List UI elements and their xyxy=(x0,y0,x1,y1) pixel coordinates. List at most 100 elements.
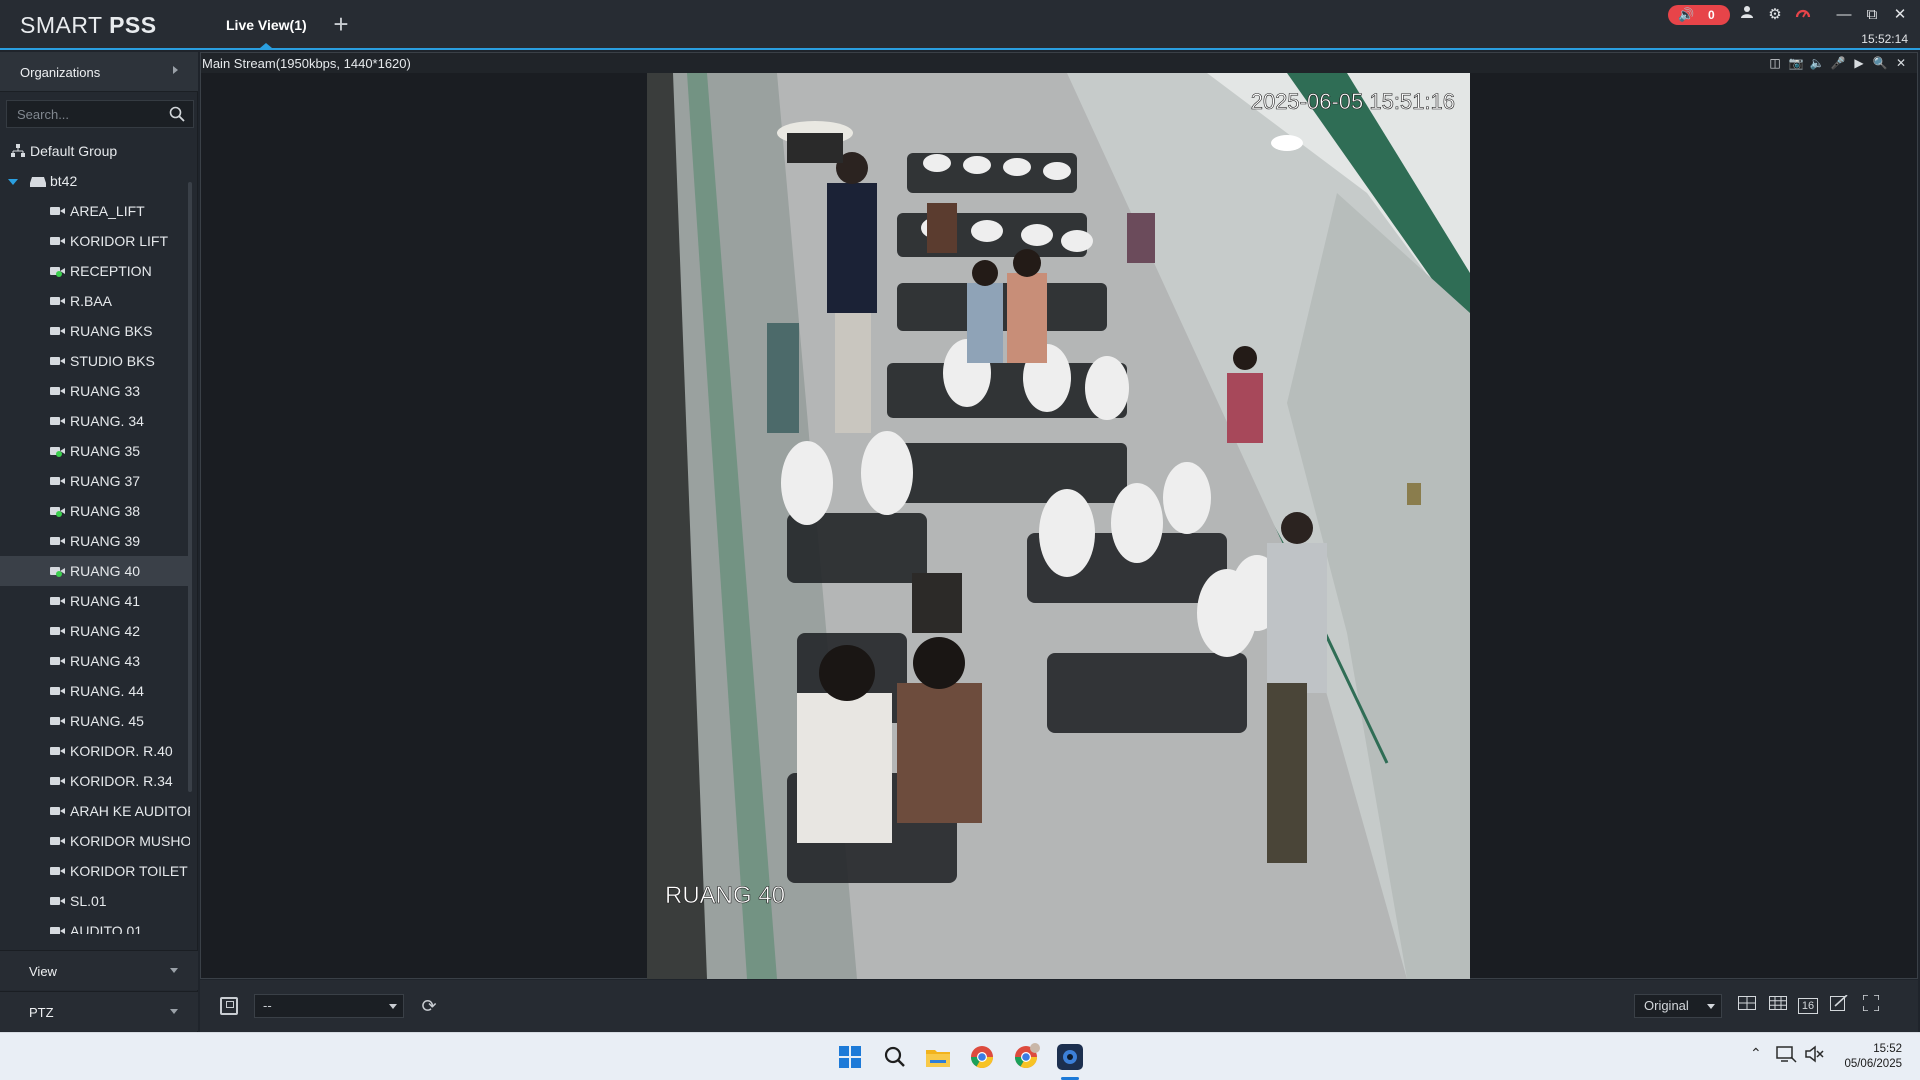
volume-muted-icon[interactable] xyxy=(1803,1043,1833,1073)
camera-icon xyxy=(50,777,65,785)
camera-video-feed[interactable]: 2025-06-05 15:51:16 RUANG 40 xyxy=(647,73,1470,979)
windows-taskbar: ⌃ 15:52 05/06/2025 xyxy=(0,1032,1920,1080)
tree-device-bt42[interactable]: bt42 xyxy=(0,166,190,196)
tree-channel-item[interactable]: RECEPTION xyxy=(0,256,190,286)
tree-channel-item[interactable]: SL.01 xyxy=(0,886,190,916)
tree-default-group[interactable]: Default Group xyxy=(0,136,190,166)
tree-channel-item[interactable]: RUANG. 44 xyxy=(0,676,190,706)
tree-channel-item[interactable]: KORIDOR. R.40 xyxy=(0,736,190,766)
settings-gear-icon[interactable]: ⚙ xyxy=(1765,5,1785,25)
chrome-icon[interactable] xyxy=(967,1042,997,1072)
view-select[interactable]: -- xyxy=(254,994,404,1018)
tree-channel-item[interactable]: KORIDOR LIFT xyxy=(0,226,190,256)
tree-channel-item[interactable]: RUANG 37 xyxy=(0,466,190,496)
microphone-icon[interactable]: 🎤 xyxy=(1830,55,1846,71)
logo-suffix: PSS xyxy=(109,12,157,38)
taskbar-search-icon[interactable] xyxy=(880,1042,910,1072)
channel-label: RUANG 38 xyxy=(70,503,141,519)
tree-channel-item[interactable]: RUANG 39 xyxy=(0,526,190,556)
save-view-button[interactable] xyxy=(220,997,238,1015)
camera-icon xyxy=(50,597,65,605)
tree-scrollbar[interactable] xyxy=(188,182,192,792)
alarm-count: 0 xyxy=(1708,8,1715,22)
view-select-value: -- xyxy=(263,998,272,1013)
fullscreen-button[interactable] xyxy=(1860,994,1882,1017)
channel-label: RUANG 43 xyxy=(70,653,141,669)
channel-label: RUANG. 44 xyxy=(70,683,144,699)
camera-icon xyxy=(50,687,65,695)
layout-9-button[interactable] xyxy=(1767,995,1789,1017)
add-tab-button[interactable]: + xyxy=(328,11,354,38)
tray-overflow-icon[interactable]: ⌃ xyxy=(1750,1045,1762,1062)
minimize-icon[interactable]: — xyxy=(1834,5,1854,25)
taskbar-time: 15:52 xyxy=(1873,1043,1902,1055)
tree-channel-item[interactable]: STUDIO BKS xyxy=(0,346,190,376)
restore-icon[interactable]: ⧉ xyxy=(1862,5,1882,25)
tree-channel-item[interactable]: RUANG. 34 xyxy=(0,406,190,436)
channel-label: KORIDOR. R.34 xyxy=(70,773,173,789)
nvr-device-icon xyxy=(30,177,46,187)
live-view-pane: Main Stream(1950kbps, 1440*1620) ◫ 📷 🔈 🎤… xyxy=(200,52,1918,979)
search-icon[interactable] xyxy=(169,106,185,122)
tree-channel-item[interactable]: RUANG. 45 xyxy=(0,706,190,736)
tree-channel-item[interactable]: RUANG 41 xyxy=(0,586,190,616)
record-play-icon[interactable]: ▶ xyxy=(1851,55,1867,71)
tree-channel-item[interactable]: RUANG 35 xyxy=(0,436,190,466)
ai-info-icon[interactable]: ◫ xyxy=(1767,55,1783,71)
layout-16-button[interactable]: 16 xyxy=(1798,998,1818,1014)
file-explorer-icon[interactable] xyxy=(923,1042,953,1072)
performance-gauge-icon[interactable] xyxy=(1793,5,1813,25)
tree-channel-item[interactable]: RUANG 42 xyxy=(0,616,190,646)
online-status-dot xyxy=(56,451,62,457)
expand-caret-icon[interactable] xyxy=(8,179,18,185)
aspect-ratio-select[interactable]: Original xyxy=(1634,994,1722,1018)
camera-icon xyxy=(50,897,65,905)
tree-channel-item[interactable]: AUDITO 01 xyxy=(0,916,190,934)
tree-channel-item[interactable]: KORIDOR TOILET xyxy=(0,856,190,886)
windows-start-icon[interactable] xyxy=(835,1042,865,1072)
tree-channel-item[interactable]: RUANG 43 xyxy=(0,646,190,676)
alarm-badge[interactable]: 🔊 0 xyxy=(1668,5,1730,25)
layout-4-button[interactable] xyxy=(1736,995,1758,1017)
tree-channel-item[interactable]: RUANG 33 xyxy=(0,376,190,406)
tree-channel-item[interactable]: ARAH KE AUDITOR xyxy=(0,796,190,826)
user-icon[interactable] xyxy=(1737,5,1757,25)
close-icon[interactable]: ✕ xyxy=(1890,5,1910,25)
camera-icon xyxy=(50,627,65,635)
chrome-profile-icon[interactable] xyxy=(1011,1042,1041,1072)
search-box xyxy=(6,100,194,128)
ptz-section-header[interactable]: PTZ xyxy=(0,991,198,1031)
channel-label: RUANG 42 xyxy=(70,623,141,639)
taskbar-clock[interactable]: 15:52 05/06/2025 xyxy=(1844,1042,1902,1072)
search-input[interactable] xyxy=(7,101,157,127)
org-tree-icon xyxy=(11,144,25,157)
tree-channel-item[interactable]: KORIDOR MUSHO xyxy=(0,826,190,856)
live-view-controls: -- ⟳ Original 16 xyxy=(200,980,1918,1032)
snapshot-camera-icon[interactable]: 📷 xyxy=(1788,55,1804,71)
audio-speaker-icon[interactable]: 🔈 xyxy=(1809,55,1825,71)
layout-16-label: 16 xyxy=(1801,1000,1815,1012)
tree-channel-item[interactable]: AREA_LIFT xyxy=(0,196,190,226)
custom-layout-edit-button[interactable] xyxy=(1828,994,1850,1017)
tree-channel-item[interactable]: RUANG 40 xyxy=(0,556,190,586)
tab-live-view[interactable]: Live View(1) xyxy=(212,0,321,48)
view-section-header[interactable]: View xyxy=(0,950,198,990)
refresh-icon[interactable]: ⟳ xyxy=(418,995,440,1017)
device-label: bt42 xyxy=(50,173,78,189)
camera-icon xyxy=(50,867,65,875)
device-sidebar: Organizations Default Group bt42 AREA_LI… xyxy=(0,52,198,1032)
tree-channel-item[interactable]: RUANG BKS xyxy=(0,316,190,346)
network-icon[interactable] xyxy=(1775,1043,1805,1073)
smart-pss-taskbar-icon[interactable] xyxy=(1055,1042,1085,1080)
tree-channel-item[interactable]: R.BAA xyxy=(0,286,190,316)
video-channel-osd: RUANG 40 xyxy=(665,882,785,909)
camera-icon xyxy=(50,537,65,545)
organizations-label: Organizations xyxy=(20,65,101,80)
channel-label: AREA_LIFT xyxy=(70,203,145,219)
edit-pencil-icon xyxy=(1830,994,1848,1011)
close-video-icon[interactable]: ✕ xyxy=(1893,55,1909,71)
organizations-header[interactable]: Organizations xyxy=(0,52,198,92)
tree-channel-item[interactable]: RUANG 38 xyxy=(0,496,190,526)
zoom-icon[interactable]: 🔍 xyxy=(1872,55,1888,71)
tree-channel-item[interactable]: KORIDOR. R.34 xyxy=(0,766,190,796)
